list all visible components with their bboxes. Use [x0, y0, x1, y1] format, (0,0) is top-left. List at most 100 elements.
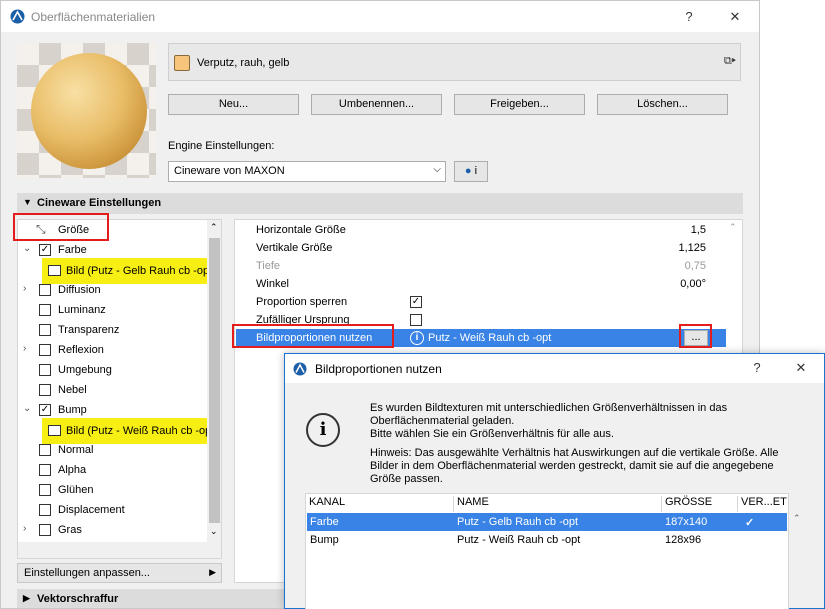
- dialog-close-button[interactable]: ✕: [791, 358, 811, 378]
- grass-checkbox[interactable]: [39, 524, 51, 536]
- expand-icon: ▶: [23, 593, 30, 603]
- info-icon: i: [306, 413, 340, 447]
- cinema4d-icon: ●: [464, 165, 472, 177]
- window-titlebar: Oberflächenmaterialien ? ✕: [1, 1, 759, 32]
- list-item-displacement[interactable]: Displacement: [18, 500, 208, 520]
- window-title: Oberflächenmaterialien: [31, 10, 156, 24]
- channel-label: Umgebung: [58, 364, 112, 376]
- row-name: Putz - Gelb Rauh cb -opt: [457, 516, 579, 528]
- customize-label: Einstellungen anpassen...: [24, 567, 150, 579]
- column-header-ratio[interactable]: VER...ET: [738, 496, 790, 512]
- param-value[interactable]: 1,5: [691, 224, 706, 236]
- rename-button[interactable]: Umbenennen...: [311, 94, 442, 115]
- channel-label: Farbe: [58, 244, 87, 256]
- list-item-alpha[interactable]: Alpha: [18, 460, 208, 480]
- chevron-right-icon[interactable]: ›: [23, 283, 26, 294]
- list-item-luminance[interactable]: Luminanz: [18, 300, 208, 320]
- material-preview: [17, 43, 156, 178]
- channel-label: Transparenz: [58, 324, 120, 336]
- channel-label: Nebel: [58, 384, 87, 396]
- lock-proportion-checkbox[interactable]: ✓: [410, 296, 422, 308]
- material-selector[interactable]: Verputz, rauh, gelb ⧉▸: [168, 43, 741, 81]
- column-header-size[interactable]: GRÖSSE: [662, 496, 738, 512]
- channel-label: Diffusion: [58, 284, 101, 296]
- color-checkbox[interactable]: ✓: [39, 244, 51, 256]
- chevron-up-icon[interactable]: ⌃: [793, 513, 801, 524]
- highlight-size: [13, 213, 109, 241]
- channel-label: Gras: [58, 524, 82, 536]
- column-header-channel[interactable]: KANAL: [306, 496, 454, 512]
- reflection-checkbox[interactable]: [39, 344, 51, 356]
- param-row-lock-proportion[interactable]: Proportion sperren ✓: [236, 293, 726, 311]
- channel-label: Luminanz: [58, 304, 106, 316]
- cineware-section-header[interactable]: ▼ Cineware Einstellungen: [17, 193, 743, 214]
- param-value[interactable]: 0,00°: [680, 278, 706, 290]
- engine-select[interactable]: Cineware von MAXON ⌵: [168, 161, 446, 182]
- param-label: Proportion sperren: [256, 296, 348, 308]
- param-value: 0,75: [684, 260, 706, 272]
- fog-checkbox[interactable]: [39, 384, 51, 396]
- close-button[interactable]: ✕: [725, 7, 745, 27]
- param-row-vertical-size[interactable]: Vertikale Größe 1,125: [236, 239, 726, 257]
- row-name: Putz - Weiß Rauh cb -opt: [457, 534, 581, 546]
- help-button[interactable]: ?: [679, 7, 699, 27]
- environment-checkbox[interactable]: [39, 364, 51, 376]
- material-menu-icon[interactable]: ⧉▸: [724, 55, 736, 68]
- param-row-depth: Tiefe 0,75: [236, 257, 726, 275]
- param-row-horizontal-size[interactable]: Horizontale Größe 1,5: [236, 221, 726, 239]
- list-item-environment[interactable]: Umgebung: [18, 360, 208, 380]
- param-label: Vertikale Größe: [256, 242, 333, 254]
- cineware-section-title: Cineware Einstellungen: [37, 197, 162, 209]
- customize-settings-button[interactable]: Einstellungen anpassen... ▶: [17, 563, 222, 583]
- transparency-checkbox[interactable]: [39, 324, 51, 336]
- channel-label: Normal: [58, 444, 94, 456]
- channel-label: Reflexion: [58, 344, 104, 356]
- list-item-grass[interactable]: › Gras: [18, 520, 208, 540]
- new-button[interactable]: Neu...: [168, 94, 299, 115]
- column-header-name[interactable]: NAME: [454, 496, 662, 512]
- param-row-angle[interactable]: Winkel 0,00°: [236, 275, 726, 293]
- channel-list-hscrollbar[interactable]: [18, 542, 221, 558]
- chevron-down-icon[interactable]: ⌄: [23, 403, 31, 414]
- share-button[interactable]: Freigeben...: [454, 94, 585, 115]
- table-row[interactable]: Bump Putz - Weiß Rauh cb -opt 128x96: [307, 531, 787, 549]
- list-item-transparency[interactable]: Transparenz: [18, 320, 208, 340]
- param-value[interactable]: 1,125: [678, 242, 706, 254]
- preview-sphere: [31, 53, 147, 169]
- row-size: 128x96: [665, 534, 702, 546]
- table-scrollbar[interactable]: ⌃: [790, 511, 806, 609]
- chevron-right-icon[interactable]: ›: [23, 523, 26, 534]
- list-item-normal[interactable]: Normal: [18, 440, 208, 460]
- normal-checkbox[interactable]: [39, 444, 51, 456]
- chevron-down-icon[interactable]: ⌄: [23, 243, 31, 254]
- info-icon: i: [410, 331, 424, 345]
- table-row[interactable]: Farbe Putz - Gelb Rauh cb -opt 187x140 ✓: [307, 513, 787, 531]
- checkmark-icon[interactable]: ✓: [745, 516, 754, 529]
- list-item-bump[interactable]: ⌄ ✓ Bump: [18, 400, 208, 420]
- scrollbar-thumb[interactable]: [209, 238, 220, 523]
- chevron-up-icon[interactable]: ⌃: [210, 222, 218, 233]
- chevron-right-icon[interactable]: ›: [23, 343, 26, 354]
- luminance-checkbox[interactable]: [39, 304, 51, 316]
- chevron-up-icon[interactable]: ⌃: [729, 222, 737, 233]
- alpha-checkbox[interactable]: [39, 464, 51, 476]
- dialog-message-3: Hinweis: Das ausgewählte Verhältnis hat …: [370, 447, 779, 485]
- displacement-checkbox[interactable]: [39, 504, 51, 516]
- chevron-down-icon[interactable]: ⌄: [210, 526, 218, 537]
- bump-checkbox[interactable]: ✓: [39, 404, 51, 416]
- diffusion-checkbox[interactable]: [39, 284, 51, 296]
- list-item-reflection[interactable]: › Reflexion: [18, 340, 208, 360]
- dialog-help-button[interactable]: ?: [747, 358, 767, 378]
- list-item-fog[interactable]: Nebel: [18, 380, 208, 400]
- engine-info-button[interactable]: ● i: [454, 161, 488, 182]
- glow-checkbox[interactable]: [39, 484, 51, 496]
- channel-label: Alpha: [58, 464, 87, 476]
- list-item-glow[interactable]: Glühen: [18, 480, 208, 500]
- dialog-title: Bildproportionen nutzen: [315, 362, 442, 376]
- info-icon: i: [474, 165, 478, 177]
- random-origin-checkbox[interactable]: [410, 314, 422, 326]
- engine-value: Cineware von MAXON: [174, 165, 285, 177]
- dialog-titlebar: Bildproportionen nutzen ? ✕: [285, 354, 824, 383]
- delete-button[interactable]: Löschen...: [597, 94, 728, 115]
